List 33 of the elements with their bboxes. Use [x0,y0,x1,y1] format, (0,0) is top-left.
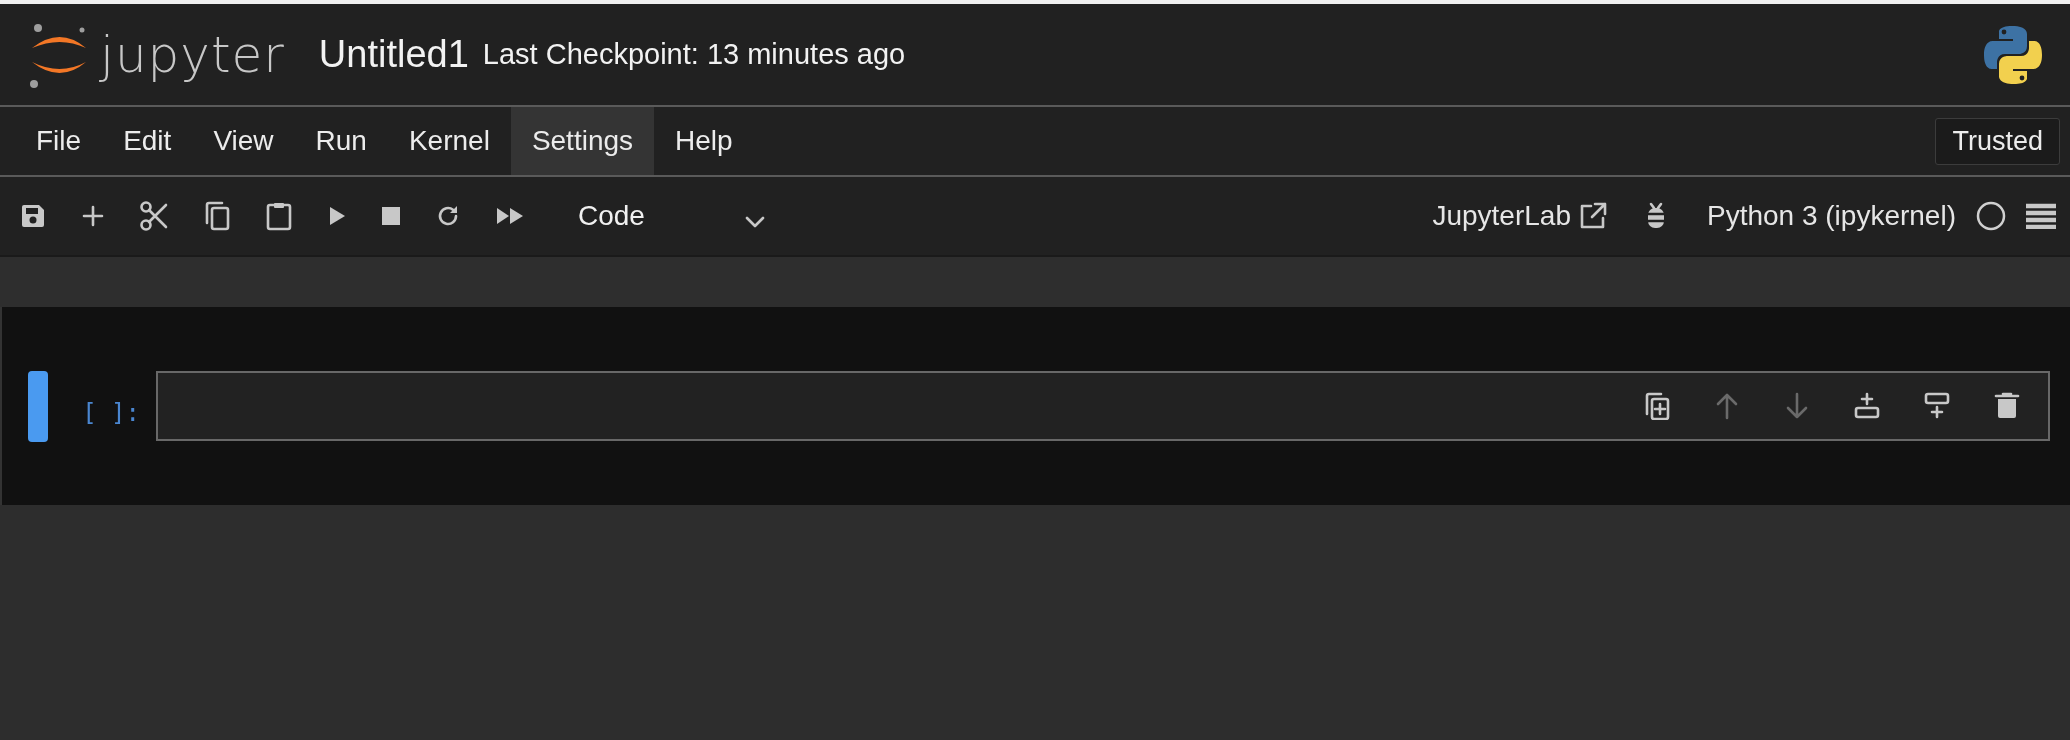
cell-type-dropdown[interactable]: Code [568,194,775,238]
kernel-name[interactable]: Python 3 (ipykernel) [1707,200,1956,232]
scissors-icon[interactable] [140,201,168,231]
restart-icon[interactable] [436,204,460,228]
delete-icon[interactable] [1994,392,2020,420]
menu-item[interactable]: View [192,107,295,175]
notebook-title[interactable]: Untitled1 [318,33,469,76]
play-icon[interactable] [328,206,346,226]
menu-item[interactable]: Help [654,107,754,175]
insert-below-icon[interactable] [1924,392,1950,420]
clipboard-icon[interactable] [266,201,292,231]
checkpoint-text: Last Checkpoint: 13 minutes ago [482,38,906,71]
menu-item[interactable]: Run [294,107,388,175]
logo-text: jupyter [100,25,285,84]
trusted-button[interactable]: Trusted [1935,117,2060,165]
menu-item[interactable]: File [15,107,103,175]
jupyterlab-link[interactable]: JupyterLab [1432,200,1607,232]
menu-item[interactable]: Edit [102,107,193,175]
caret-icon [744,216,765,228]
insert-above-icon[interactable] [1854,392,1880,420]
kernel-idle-icon [1976,201,2006,231]
external-link-icon [1579,202,1607,230]
copy-icon[interactable] [204,201,230,231]
python-logo-icon [1982,23,2044,86]
fast-forward-icon[interactable] [496,207,524,225]
menu-icon[interactable] [2026,203,2056,229]
save-icon[interactable] [20,203,46,229]
menu-item[interactable]: Kernel [387,107,511,175]
duplicate-icon[interactable] [1644,392,1670,420]
menu-item[interactable]: Settings [510,107,655,175]
cell-prompt: [ ]: [81,399,140,427]
code-input-field[interactable] [156,371,2050,441]
plus-icon[interactable] [82,205,104,227]
